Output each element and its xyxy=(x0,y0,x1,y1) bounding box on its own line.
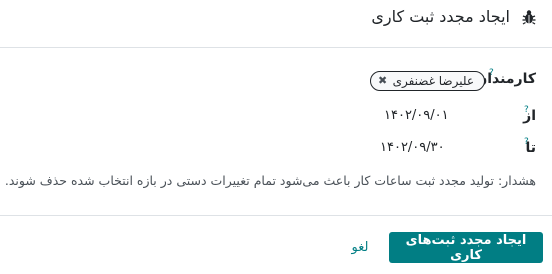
footer-divider xyxy=(0,215,552,216)
to-date-input[interactable]: ۱۴۰۲/۰۹/۳۰ xyxy=(380,140,445,155)
regenerate-work-entries-button[interactable]: ایجاد مجدد ثبت‌های کاری xyxy=(389,232,543,263)
close-icon[interactable]: ✖ xyxy=(378,74,387,87)
header-divider xyxy=(0,47,552,48)
employee-tag-label: علیرضا غضنفری xyxy=(392,74,474,88)
from-help-icon[interactable]: ? xyxy=(524,105,529,115)
bug-icon xyxy=(522,10,536,25)
to-help-icon[interactable]: ? xyxy=(524,137,529,147)
warning-text: هشدار: تولید مجدد ثبت ساعات کار باعث می‌… xyxy=(6,173,536,188)
from-date-input[interactable]: ۱۴۰۲/۰۹/۰۱ xyxy=(384,108,449,123)
dialog-header: ایجاد مجدد ثبت کاری xyxy=(0,0,552,36)
cancel-button[interactable]: لغو xyxy=(335,232,385,263)
employees-help-icon[interactable]: ? xyxy=(489,68,494,78)
dialog-title: ایجاد مجدد ثبت کاری xyxy=(371,7,510,26)
employee-tag: علیرضا غضنفری ✖ xyxy=(370,71,485,91)
